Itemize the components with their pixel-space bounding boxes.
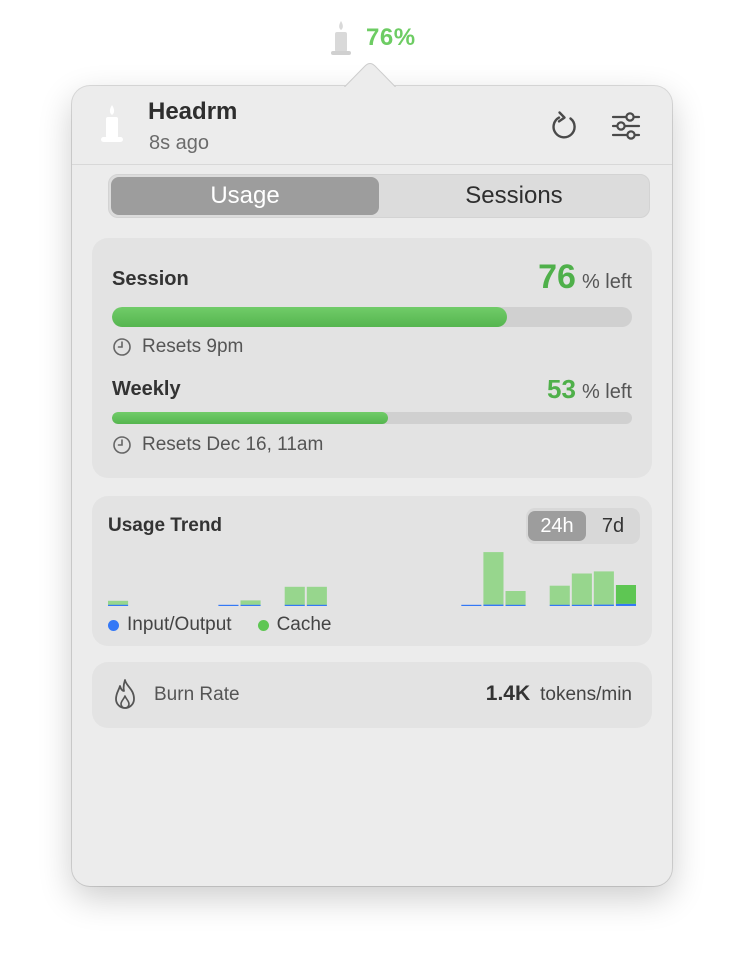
session-reset: Resets 9pm xyxy=(112,336,243,358)
session-progress-fill xyxy=(112,307,508,327)
weekly-reset: Resets Dec 16, 11am xyxy=(112,434,323,456)
refresh-button[interactable] xyxy=(547,108,583,144)
trend-bar-io-10 xyxy=(306,604,327,606)
view-tabs: Usage Sessions xyxy=(108,174,650,218)
burn-rate-card: Burn Rate 1.4K tokens/min xyxy=(92,662,652,728)
burn-rate-label: Burn Rate xyxy=(154,684,240,705)
clock-icon xyxy=(113,436,131,454)
usage-popover: Headrm 8s ago Usage Sessions Session 76 … xyxy=(72,86,672,886)
session-label: Session xyxy=(112,268,189,290)
weekly-progress-bar xyxy=(112,412,632,424)
flame-icon xyxy=(110,678,140,717)
weekly-reset-text: Resets Dec 16, 11am xyxy=(142,434,324,455)
trend-range-toggle: 24h 7d xyxy=(526,508,640,544)
sliders-icon xyxy=(611,112,641,140)
weekly-remaining: 53 % left xyxy=(547,374,632,405)
candle-icon xyxy=(100,104,124,149)
trend-title: Usage Trend xyxy=(108,515,223,536)
weekly-suffix: % left xyxy=(581,381,632,403)
trend-bar-io-24 xyxy=(615,603,636,606)
legend-cache: Cache xyxy=(257,614,332,636)
legend-dot-cache xyxy=(257,619,269,631)
tab-sessions[interactable]: Sessions xyxy=(381,177,647,215)
weekly-percent: 53 xyxy=(547,374,576,404)
menubar-status-item[interactable]: 76% xyxy=(330,18,416,58)
trend-bar-cache-10 xyxy=(306,586,327,605)
legend-dot-input-output xyxy=(108,619,119,631)
trend-bar-io-23 xyxy=(593,604,614,606)
trend-bar-io-19 xyxy=(505,604,526,606)
trend-bar-cache-19 xyxy=(505,591,526,605)
weekly-label: Weekly xyxy=(112,378,181,400)
trend-bar-cache-1 xyxy=(108,600,129,605)
usage-trend-card: Usage Trend 24h 7d Input/Output Cache xyxy=(92,496,652,646)
tab-usage[interactable]: Usage xyxy=(111,177,379,215)
trend-bar-io-17 xyxy=(461,604,482,606)
clock-icon xyxy=(113,338,131,356)
trend-bar-io-6 xyxy=(218,604,239,606)
legend-input-output: Input/Output xyxy=(108,614,232,636)
trend-bar-io-1 xyxy=(108,604,129,606)
range-7d[interactable]: 7d xyxy=(588,511,638,541)
session-reset-text: Resets 9pm xyxy=(142,336,244,357)
burn-rate-value: 1.4K tokens/min xyxy=(486,682,632,706)
session-percent: 76 xyxy=(538,258,576,296)
legend-label-input-output: Input/Output xyxy=(127,614,232,635)
burn-rate-unit: tokens/min xyxy=(540,684,632,705)
range-24h[interactable]: 24h xyxy=(528,511,586,541)
trend-bar-io-22 xyxy=(571,604,592,606)
refresh-icon xyxy=(552,111,576,139)
trend-bar-io-9 xyxy=(284,604,305,606)
trend-bar-cache-18 xyxy=(483,552,504,605)
app-name: Headrm xyxy=(148,98,238,125)
session-remaining: 76 % left xyxy=(538,258,632,297)
weekly-progress-fill xyxy=(112,412,388,424)
menubar-percent: 76% xyxy=(366,24,416,51)
last-updated: 8s ago xyxy=(149,132,210,154)
session-suffix: % left xyxy=(581,271,632,293)
popover-arrow xyxy=(344,63,396,88)
settings-button[interactable] xyxy=(608,108,644,144)
trend-bar-cache-7 xyxy=(240,600,261,605)
usage-trend-chart xyxy=(108,552,636,606)
trend-bar-io-21 xyxy=(549,604,570,606)
popover-header: Headrm 8s ago xyxy=(72,86,672,165)
trend-bar-cache-23 xyxy=(593,571,614,605)
burn-rate-number: 1.4K xyxy=(485,682,531,705)
trend-bar-cache-22 xyxy=(571,573,592,605)
candle-icon xyxy=(330,20,352,56)
trend-legend: Input/Output Cache xyxy=(108,614,358,636)
usage-card: Session 76 % left Resets 9pm Weekly 53 %… xyxy=(92,238,652,478)
trend-bar-io-7 xyxy=(240,604,261,606)
legend-label-cache: Cache xyxy=(276,614,332,635)
trend-bar-cache-21 xyxy=(549,585,570,605)
trend-bar-cache-9 xyxy=(284,586,305,605)
trend-bar-io-18 xyxy=(483,604,504,606)
trend-bar-cache-24 xyxy=(615,585,636,604)
session-progress-bar xyxy=(112,307,632,327)
